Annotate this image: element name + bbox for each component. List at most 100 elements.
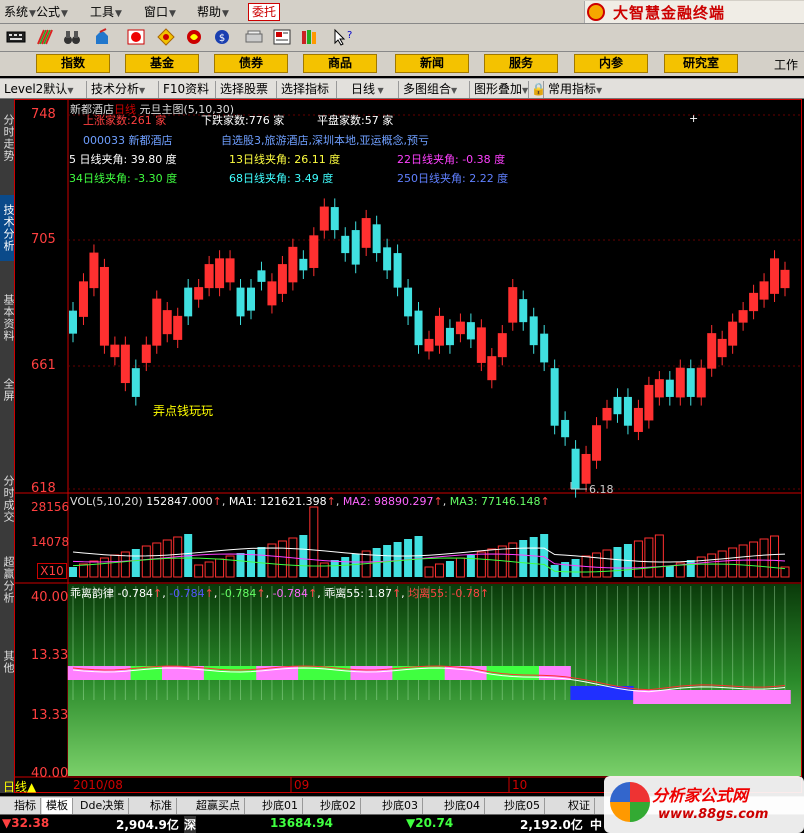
- tab-template[interactable]: 模板: [42, 798, 73, 814]
- angle-13: 13日线夹角: 26.11 度: [229, 153, 341, 166]
- sidetab-trades[interactable]: 分时成交: [0, 467, 15, 531]
- candle-body: [99, 266, 109, 346]
- volume-bar: [152, 542, 162, 578]
- nav-bond-button[interactable]: 债券: [214, 54, 288, 73]
- volume-bar: [215, 558, 225, 578]
- indicator-band: [371, 666, 383, 680]
- scanner-icon[interactable]: [244, 28, 264, 46]
- nav-index-button[interactable]: 指数: [36, 54, 110, 73]
- hand-icon[interactable]: [92, 28, 112, 46]
- status-sz-change: ▼20.74: [406, 816, 454, 830]
- indicator-band: [591, 686, 603, 700]
- indicator-band: [277, 666, 289, 680]
- ind-label-2: 13.33: [31, 648, 69, 663]
- tab-indicator[interactable]: 指标: [10, 798, 41, 814]
- sidetab-fundamentals[interactable]: 基本资料: [0, 285, 15, 351]
- volume-bar: [404, 539, 413, 577]
- candle-body: [69, 310, 77, 334]
- toolbar: $ ?: [0, 24, 804, 52]
- candle-body: [508, 287, 518, 323]
- status-sz-label: 深: [184, 816, 197, 833]
- menu-tools[interactable]: 工具▼: [90, 3, 122, 21]
- overlay-dropdown[interactable]: 图形叠加▼: [469, 81, 528, 98]
- nav-news-button[interactable]: 新闻: [395, 54, 469, 73]
- status-mid-label: 中: [590, 818, 603, 832]
- menu-formula[interactable]: 公式▼: [36, 3, 68, 21]
- candle-body: [184, 287, 193, 317]
- indicator-band: [570, 686, 582, 700]
- menu-window[interactable]: 窗口▼: [144, 3, 176, 21]
- menu-system[interactable]: 系统▼: [4, 3, 36, 21]
- candle-body: [288, 246, 298, 283]
- status-index-change: ▼32.38: [2, 816, 50, 830]
- time-label-09: 09: [294, 778, 310, 792]
- keyboard-icon[interactable]: [6, 28, 26, 46]
- select-stock-button[interactable]: 选择股票: [215, 81, 268, 98]
- menu-help[interactable]: 帮助▼: [197, 3, 229, 21]
- tab-standard[interactable]: 标准: [146, 798, 177, 814]
- nav-commodity-button[interactable]: 商品: [303, 54, 377, 73]
- candle-body: [393, 253, 402, 288]
- candle-body: [728, 321, 738, 346]
- candle-body: [550, 368, 559, 426]
- candle-body: [519, 299, 528, 323]
- sidetab-other[interactable]: 其他: [0, 647, 15, 677]
- indicator-band: [224, 666, 236, 680]
- multi-chart-dropdown[interactable]: 多图组合▼: [398, 81, 457, 98]
- sidetab-intraday[interactable]: 分时走势: [0, 101, 15, 175]
- volume-bar: [99, 557, 109, 578]
- binoculars-icon[interactable]: [62, 28, 82, 46]
- candle-body: [686, 368, 695, 397]
- chart-canvas[interactable]: [15, 100, 801, 792]
- diamond-icon[interactable]: [156, 28, 176, 46]
- nav-bar: 指数 基金 债券 商品 新闻 服务 内参 研究室 工作: [0, 52, 804, 76]
- nav-work-label[interactable]: 工作: [774, 56, 798, 73]
- stock-code-name: 000033 新都酒店: [83, 134, 173, 147]
- volume-bar: [529, 537, 538, 577]
- stripes-icon[interactable]: [36, 28, 56, 46]
- volume-bar: [299, 535, 308, 577]
- tab-bottom03[interactable]: 抄底03: [378, 798, 423, 814]
- volume-bar: [236, 553, 245, 577]
- level2-default-dropdown[interactable]: Level2默认▼: [4, 81, 73, 98]
- tab-dde[interactable]: Dde决策: [76, 798, 130, 814]
- nav-fund-button[interactable]: 基金: [125, 54, 199, 73]
- down-count: 下跌家数:776 家: [201, 114, 285, 127]
- tab-bottom04[interactable]: 抄底04: [440, 798, 485, 814]
- books-icon[interactable]: [300, 28, 320, 46]
- angle-68: 68日线夹角: 3.49 度: [229, 172, 334, 185]
- tab-bottom01[interactable]: 抄底01: [258, 798, 303, 814]
- candle-body: [372, 224, 381, 254]
- indicator-band: [696, 690, 707, 704]
- sidetab-fullscreen[interactable]: 全屏: [0, 375, 15, 405]
- chart-area[interactable]: 748 705 661 618 28156 14078 X10 40.00 13…: [3, 99, 802, 794]
- candle-body: [675, 367, 685, 398]
- volume-bar: [141, 545, 151, 578]
- sidetab-super-analysis[interactable]: 超赢分析: [0, 551, 15, 609]
- swirl-icon[interactable]: [184, 28, 204, 46]
- tab-bottom05[interactable]: 抄底05: [500, 798, 545, 814]
- tech-analysis-dropdown[interactable]: 技术分析▼: [86, 81, 145, 98]
- alarm-icon[interactable]: [126, 28, 146, 46]
- period-indicator[interactable]: 日线▲: [3, 778, 36, 795]
- help-pointer-icon[interactable]: ?: [332, 28, 352, 46]
- f10-button[interactable]: F10资料: [158, 81, 209, 98]
- nav-service-button[interactable]: 服务: [484, 54, 558, 73]
- nav-insider-button[interactable]: 内参: [574, 54, 648, 73]
- select-indicator-button[interactable]: 选择指标: [276, 81, 329, 98]
- common-indicators-dropdown[interactable]: 常用指标▼: [543, 81, 602, 98]
- news-icon[interactable]: [272, 28, 292, 46]
- indicator-band: [769, 690, 781, 704]
- tab-bottom02[interactable]: 抄底02: [316, 798, 361, 814]
- dollar-icon[interactable]: $: [212, 28, 232, 46]
- candle-body: [78, 281, 88, 317]
- candle-body: [759, 281, 769, 300]
- candle-body: [602, 407, 612, 421]
- tab-warrant[interactable]: 权证: [564, 798, 595, 814]
- tab-buy-points[interactable]: 超赢买点: [192, 798, 245, 814]
- time-label-10: 10: [512, 778, 528, 792]
- period-dropdown[interactable]: 日线 ▼: [336, 81, 396, 98]
- sidetab-technical[interactable]: 技术分析: [0, 195, 15, 261]
- nav-research-button[interactable]: 研究室: [664, 54, 738, 73]
- entrust-button[interactable]: 委托: [248, 3, 280, 21]
